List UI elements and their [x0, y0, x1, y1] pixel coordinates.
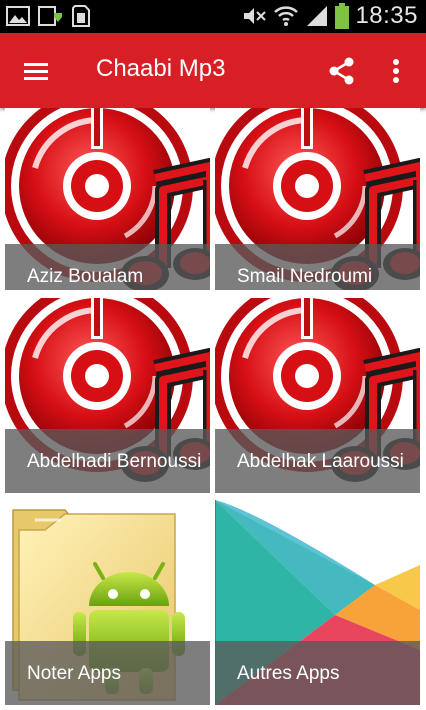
more-vert-icon: [393, 59, 399, 83]
share-button[interactable]: [322, 51, 362, 91]
more-options-button[interactable]: [380, 51, 412, 91]
image-icon: [6, 5, 30, 27]
status-left-icons: [6, 5, 90, 27]
menu-icon: [24, 63, 48, 80]
signal-icon: [305, 4, 329, 28]
grid-item-label: Autres Apps: [237, 662, 340, 684]
grid-item-abdelhadi-bernoussi[interactable]: Abdelhadi Bernoussi: [5, 290, 210, 493]
grid-item-label: Noter Apps: [27, 662, 121, 684]
grid-item-label: Abdelhadi Bernoussi: [27, 450, 202, 472]
mute-icon: [241, 4, 267, 28]
sd-card-icon: [72, 5, 90, 27]
artist-grid: Aziz Boualam Smail Nedroumi Abdelhadi Be…: [0, 108, 426, 710]
grid-item-autres-apps[interactable]: Autres Apps: [215, 500, 420, 705]
share-icon: [329, 57, 354, 85]
status-right-icons: 18:35: [241, 2, 418, 30]
menu-button[interactable]: [16, 51, 56, 91]
status-bar: 18:35: [0, 0, 426, 33]
grid-item-aziz-boualam[interactable]: Aziz Boualam: [5, 108, 210, 308]
battery-icon: [335, 3, 350, 29]
grid-item-label: Abdelhak Laaroussi: [237, 450, 404, 472]
grid-item-noter-apps[interactable]: Noter Apps: [5, 500, 210, 705]
download-screenshot-icon: [38, 5, 64, 27]
wifi-icon: [273, 4, 299, 28]
app-bar: Chaabi Mp3: [0, 33, 426, 108]
grid-item-smail-nedroumi[interactable]: Smail Nedroumi: [215, 108, 420, 308]
status-time: 18:35: [355, 2, 418, 29]
app-title: Chaabi Mp3: [96, 55, 226, 82]
grid-item-abdelhak-laaroussi[interactable]: Abdelhak Laaroussi: [215, 290, 420, 493]
